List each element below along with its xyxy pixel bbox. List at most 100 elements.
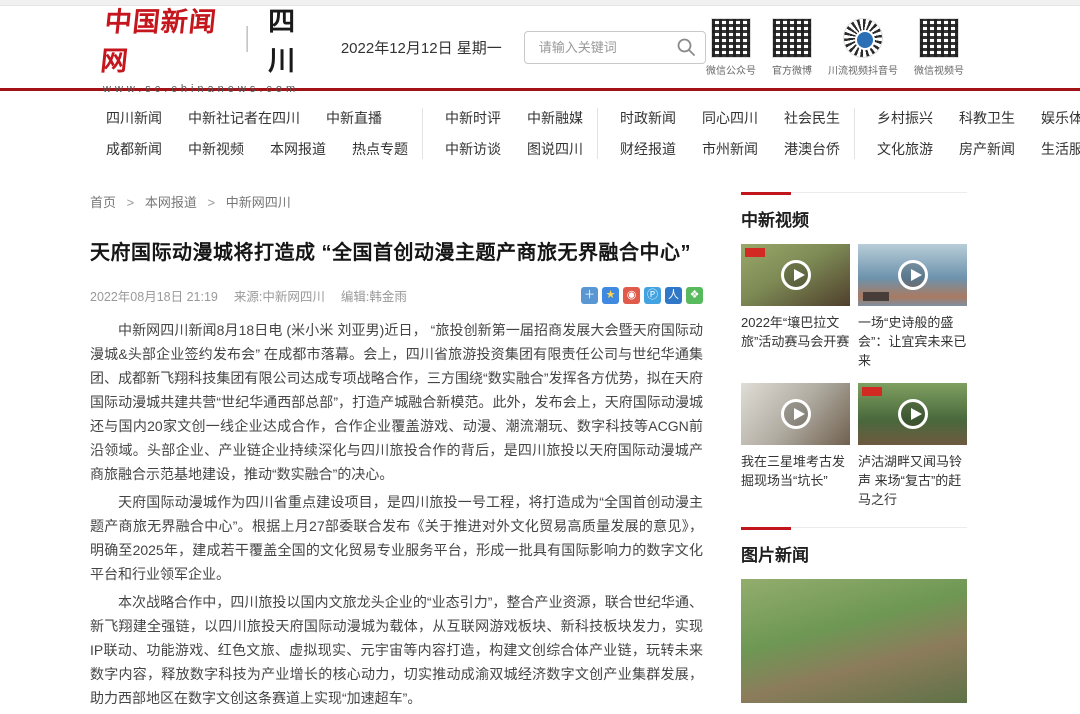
video-badge	[745, 248, 765, 257]
nav-item[interactable]: 中新融媒	[527, 108, 583, 128]
nav-item[interactable]: 成都新闻	[106, 139, 162, 159]
nav-item[interactable]: 财经报道	[620, 139, 676, 159]
qr-code-image	[772, 18, 812, 58]
play-icon[interactable]	[898, 260, 928, 290]
breadcrumb-separator: >	[208, 195, 216, 210]
qr-label: 微信视频号	[914, 62, 964, 77]
breadcrumb-current: 中新网四川	[226, 195, 291, 210]
section-divider	[741, 192, 967, 193]
video-thumbnail[interactable]	[741, 244, 850, 306]
douban-icon[interactable]: Ⓟ	[644, 287, 661, 304]
video-item[interactable]: 我在三星堆考古发掘现场当“坑长”	[741, 383, 850, 509]
renren-icon[interactable]: 人	[665, 287, 682, 304]
qr-code-image	[919, 18, 959, 58]
nav-item[interactable]: 四川新闻	[106, 108, 162, 128]
breadcrumb-home[interactable]: 首页	[90, 195, 116, 210]
site-url: www.sc.chinanews.com	[103, 83, 321, 95]
article-editor: 编辑:韩金雨	[341, 286, 407, 305]
nav-item[interactable]: 中新视频	[188, 139, 244, 159]
article-body: 中新网四川新闻8月18日电 (米小米 刘亚男)近日， “旅投创新第一届招商发展大…	[90, 318, 703, 710]
qr-wechat-video: 微信视频号	[914, 18, 964, 77]
nav-item[interactable]: 中新访谈	[445, 139, 501, 159]
qr-weibo-official: 官方微博	[772, 18, 812, 77]
video-grid: 2022年“壤巴拉文旅”活动赛马会开赛 一场“史诗般的盛会”：让宜宾未来已来 我…	[741, 244, 967, 509]
nav-item[interactable]: 图说四川	[527, 139, 583, 159]
article-title: 天府国际动漫城将打造成 “全国首创动漫主题产商旅无界融合中心”	[90, 236, 703, 265]
photo-section-title: 图片新闻	[741, 541, 967, 566]
video-section-title: 中新视频	[741, 206, 967, 231]
nav-item[interactable]: 中新时评	[445, 108, 501, 128]
nav-item[interactable]: 乡村振兴	[877, 108, 933, 128]
site-logo[interactable]: 中国新闻网 ｜ 四川 www.sc.chinanews.com	[103, 0, 321, 95]
nav-item[interactable]: 本网报道	[270, 139, 326, 159]
qr-label: 川流视频抖音号	[828, 62, 898, 77]
nav-group-2: 中新时评 中新融媒 中新访谈 图说四川	[422, 108, 597, 159]
video-caption[interactable]: 我在三星堆考古发掘现场当“坑长”	[741, 452, 850, 490]
main-navigation: 四川新闻 中新社记者在四川 中新直播 成都新闻 中新视频 本网报道 热点专题 中…	[0, 91, 1080, 174]
nav-item[interactable]: 房产新闻	[959, 139, 1015, 159]
nav-item[interactable]: 热点专题	[352, 139, 408, 159]
breadcrumb-section[interactable]: 本网报道	[145, 195, 197, 210]
nav-item[interactable]: 中新直播	[326, 108, 382, 128]
video-badge	[863, 292, 889, 301]
breadcrumb-separator: >	[127, 195, 135, 210]
nav-item[interactable]: 中新社记者在四川	[188, 108, 300, 128]
wechat-icon[interactable]: ❖	[686, 287, 703, 304]
share-more-icon[interactable]: ＋	[581, 287, 598, 304]
qr-douyin: 川流视频抖音号	[828, 18, 898, 77]
video-thumbnail[interactable]	[858, 383, 967, 445]
nav-item[interactable]: 文化旅游	[877, 139, 933, 159]
qr-code-image	[843, 18, 883, 58]
search-input[interactable]	[537, 39, 675, 56]
search-icon[interactable]	[675, 36, 697, 58]
article-datetime: 2022年08月18日 21:19	[90, 286, 218, 305]
logo-text-cn: 中国新闻网	[99, 0, 230, 78]
qr-code-group: 微信公众号 官方微博 川流视频抖音号 微信视频号	[706, 18, 964, 77]
qzone-icon[interactable]: ★	[602, 287, 619, 304]
article-paragraph: 天府国际动漫城作为四川省重点建设项目，是四川旅投一号工程，将打造成为“全国首创动…	[90, 490, 703, 586]
play-icon[interactable]	[898, 399, 928, 429]
play-icon[interactable]	[781, 260, 811, 290]
nav-item[interactable]: 生活服务	[1041, 139, 1080, 159]
logo-separator: ｜	[234, 20, 260, 57]
video-item[interactable]: 2022年“壤巴拉文旅”活动赛马会开赛	[741, 244, 850, 370]
article-meta: 2022年08月18日 21:19 来源:中新网四川 编辑:韩金雨 ＋ ★ ◉ …	[90, 286, 703, 305]
video-caption[interactable]: 2022年“壤巴拉文旅”活动赛马会开赛	[741, 313, 850, 351]
qr-wechat-official: 微信公众号	[706, 18, 756, 77]
qr-label: 官方微博	[772, 62, 812, 77]
video-item[interactable]: 泸沽湖畔又闻马铃声 来场“复古”的赶马之行	[858, 383, 967, 509]
photo-news-image[interactable]	[741, 579, 967, 703]
video-thumbnail[interactable]	[858, 244, 967, 306]
nav-group-1: 四川新闻 中新社记者在四川 中新直播 成都新闻 中新视频 本网报道 热点专题	[92, 108, 422, 159]
current-date: 2022年12月12日 星期一	[341, 37, 502, 58]
nav-item[interactable]: 科教卫生	[959, 108, 1015, 128]
nav-item[interactable]: 社会民生	[784, 108, 840, 128]
sidebar: 中新视频 2022年“壤巴拉文旅”活动赛马会开赛 一场“史诗般的盛会”：让宜宾未…	[741, 192, 967, 714]
search-box	[524, 31, 706, 64]
qr-label: 微信公众号	[706, 62, 756, 77]
share-bar: ＋ ★ ◉ Ⓟ 人 ❖	[581, 287, 703, 304]
breadcrumb: 首页 > 本网报道 > 中新网四川	[90, 192, 703, 211]
site-header: 中国新闻网 ｜ 四川 www.sc.chinanews.com 2022年12月…	[0, 6, 1080, 88]
weibo-icon[interactable]: ◉	[623, 287, 640, 304]
video-badge	[862, 387, 882, 396]
play-icon[interactable]	[781, 399, 811, 429]
video-caption[interactable]: 一场“史诗般的盛会”：让宜宾未来已来	[858, 313, 967, 370]
article-source: 来源:中新网四川	[234, 286, 325, 305]
nav-item[interactable]: 时政新闻	[620, 108, 676, 128]
article-column: 首页 > 本网报道 > 中新网四川 天府国际动漫城将打造成 “全国首创动漫主题产…	[90, 192, 703, 714]
nav-item[interactable]: 市州新闻	[702, 139, 758, 159]
nav-item[interactable]: 娱乐体育	[1041, 108, 1080, 128]
logo-region-label: 四川	[268, 0, 321, 78]
nav-item[interactable]: 同心四川	[702, 108, 758, 128]
video-item[interactable]: 一场“史诗般的盛会”：让宜宾未来已来	[858, 244, 967, 370]
video-caption[interactable]: 泸沽湖畔又闻马铃声 来场“复古”的赶马之行	[858, 452, 967, 509]
article-paragraph: 本次战略合作中，四川旅投以国内文旅龙头企业的“业态引力”，整合产业资源，联合世纪…	[90, 590, 703, 710]
nav-group-3: 时政新闻 同心四川 社会民生 财经报道 市州新闻 港澳台侨	[597, 108, 854, 159]
section-divider	[741, 527, 967, 528]
main-content: 首页 > 本网报道 > 中新网四川 天府国际动漫城将打造成 “全国首创动漫主题产…	[0, 174, 1080, 714]
video-thumbnail[interactable]	[741, 383, 850, 445]
nav-item[interactable]: 港澳台侨	[784, 139, 840, 159]
qr-code-image	[711, 18, 751, 58]
nav-group-4: 乡村振兴 科教卫生 娱乐体育 文化旅游 房产新闻 生活服务	[854, 108, 1080, 159]
